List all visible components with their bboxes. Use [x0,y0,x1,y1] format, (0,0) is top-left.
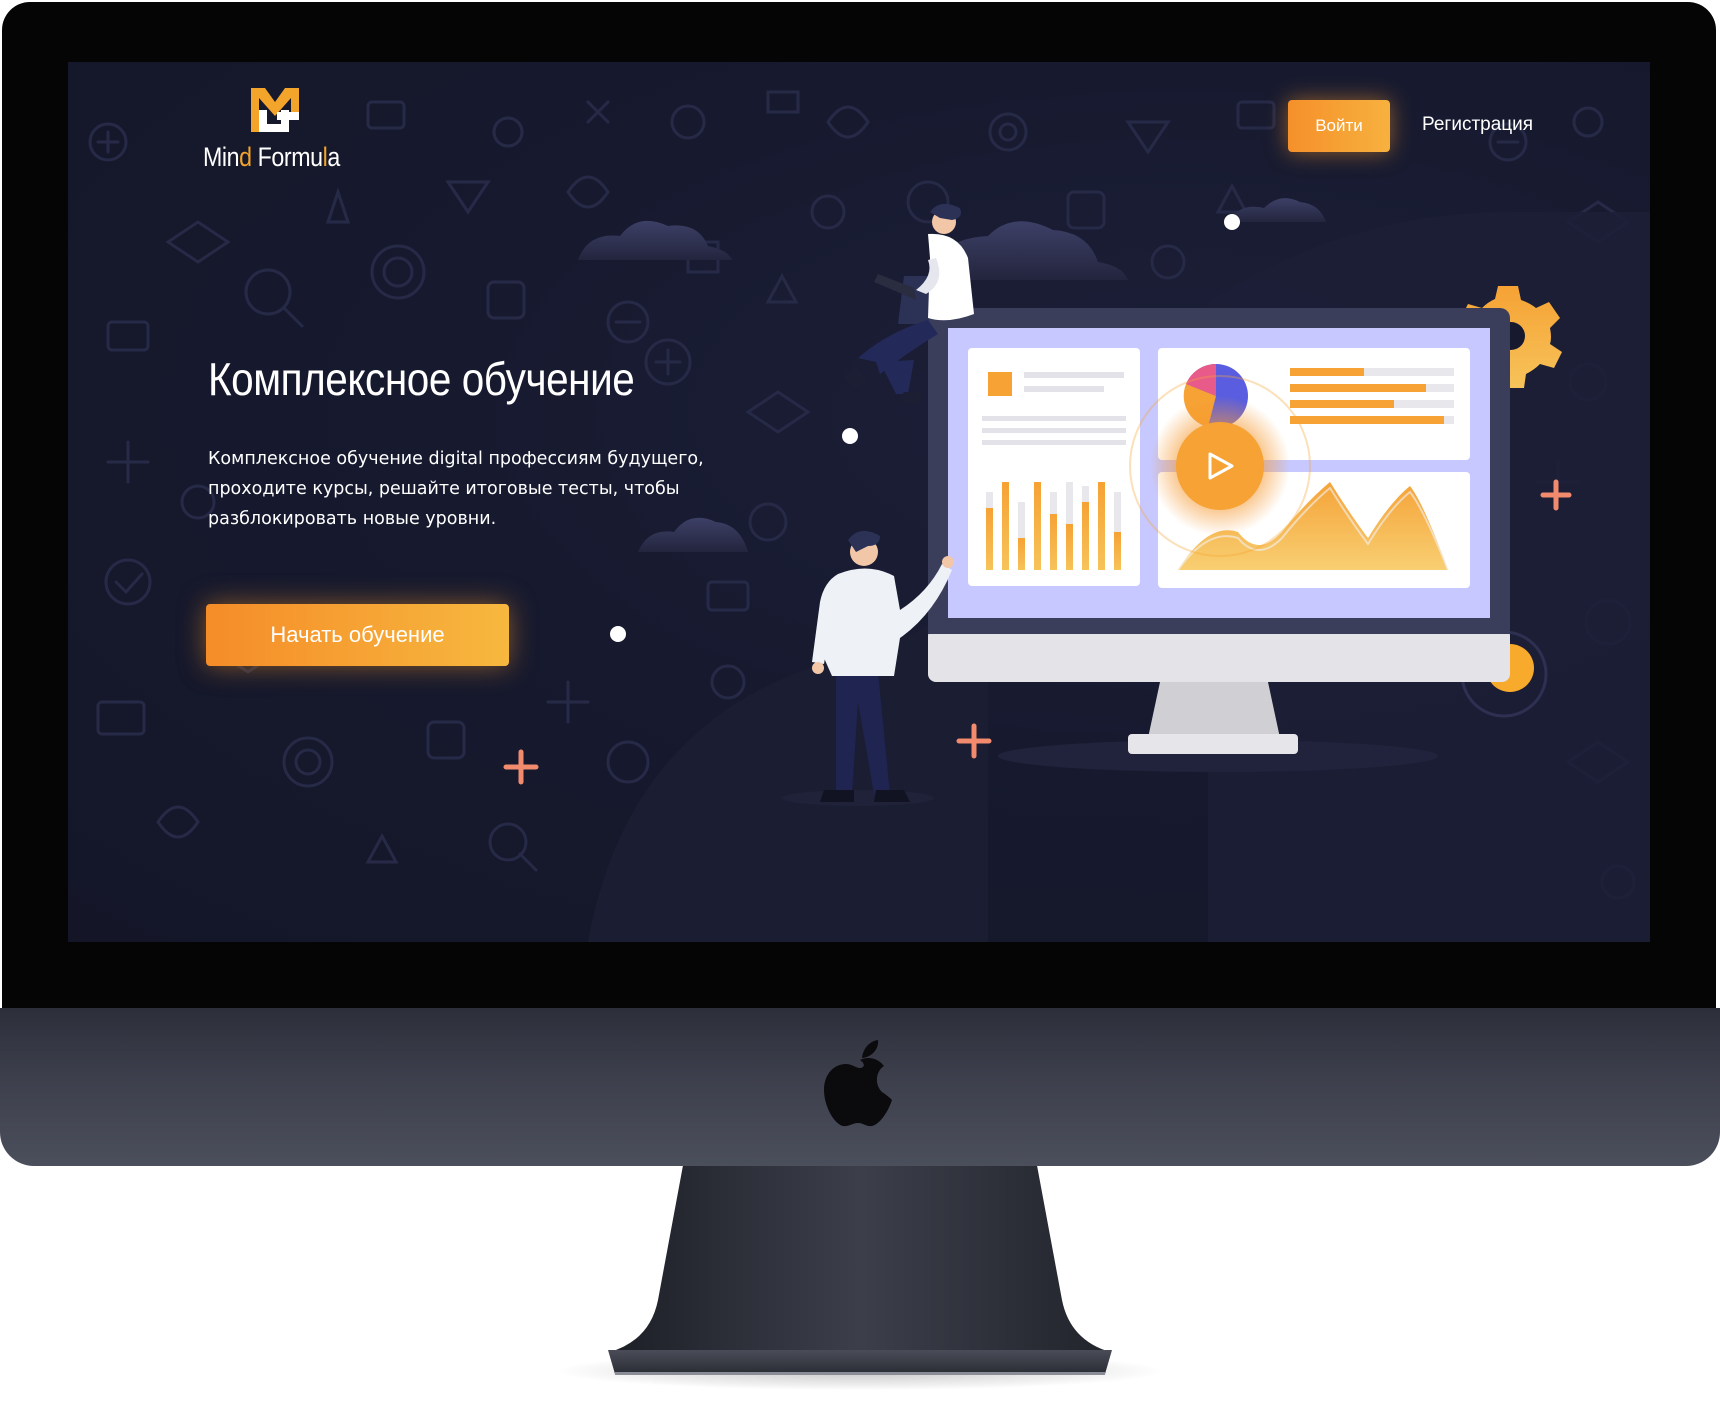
hero-description: Комплексное обучение digital профессиям … [208,449,704,529]
illustration-monitor [928,308,1510,772]
mind-formula-logo-icon [251,88,299,132]
cloud-3 [1228,198,1326,222]
apple-logo-icon [824,1040,892,1127]
play-button[interactable] [1129,375,1311,557]
start-learning-button[interactable]: Начать обучение [206,604,509,666]
brand-name: Mind Formula [203,142,340,172]
login-button[interactable]: Войти [1288,100,1390,152]
register-link[interactable]: Регистрация [1422,114,1533,136]
website-screen: Mind Formula Войти Регистрация Комплексн… [68,62,1650,942]
mini-bar-chart [986,482,1121,570]
cloud-1 [578,220,732,260]
hero-title: Комплексное обучение [208,353,635,405]
brand-logo[interactable]: Mind Formula [203,84,353,194]
